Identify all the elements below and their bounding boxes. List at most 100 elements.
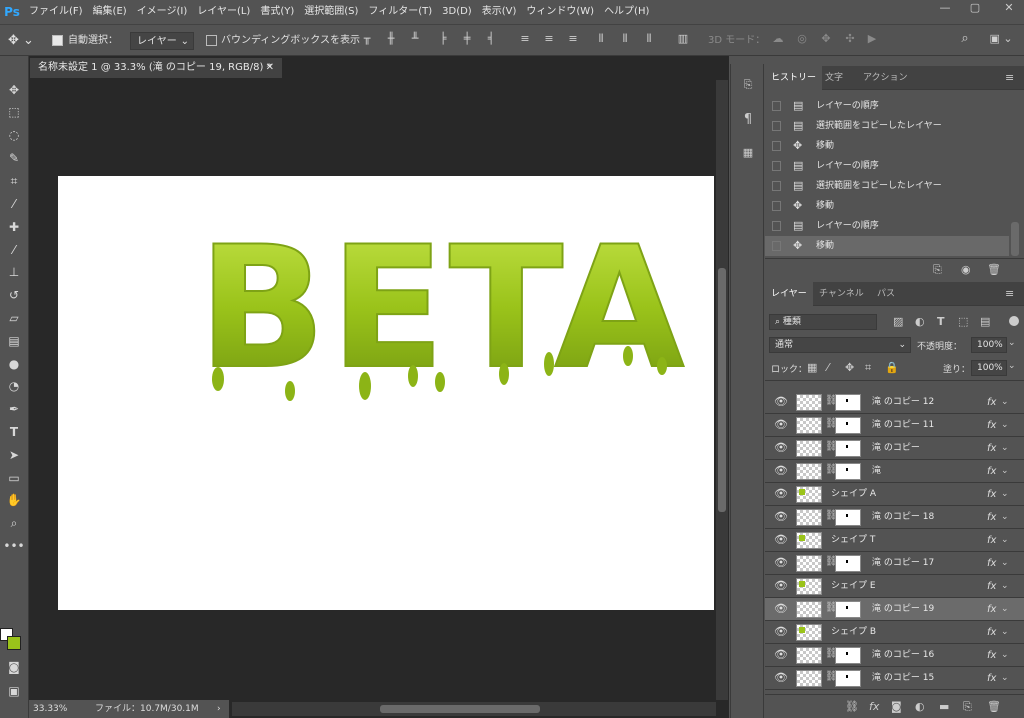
crop-tool-icon[interactable]: ⌗ — [2, 171, 26, 191]
history-scrollbar[interactable] — [1011, 222, 1019, 256]
chevron-down-icon[interactable]: ⌄ — [1001, 552, 1009, 575]
eyedropper-tool-icon[interactable]: ⁄ — [2, 194, 26, 214]
history-item-current[interactable]: ✥ 移動 — [765, 236, 1009, 256]
chevron-down-icon[interactable]: ⌄ — [1001, 598, 1009, 621]
menu-3d[interactable]: 3D(D) — [437, 0, 477, 24]
layer-mask-thumbnail[interactable] — [835, 463, 861, 480]
3d-orbit-icon[interactable]: ☁ — [770, 32, 786, 45]
clone-stamp-tool-icon[interactable]: ⊥ — [2, 262, 26, 282]
type-tool-icon[interactable]: T — [2, 422, 26, 442]
blend-mode-dropdown[interactable]: 通常 ⌄ — [769, 337, 911, 353]
eye-icon[interactable]: 👁 — [774, 671, 788, 684]
eye-icon[interactable]: 👁 — [774, 533, 788, 546]
layer-row[interactable]: 👁 ⛓ 滝 のコピー 12 fx ⌄ — [765, 391, 1024, 414]
layer-row[interactable]: 👁 シェイプ Efx ⌄ — [765, 575, 1024, 598]
eye-icon[interactable]: 👁 — [774, 464, 788, 477]
filter-pixel-icon[interactable]: ▨ — [893, 315, 903, 328]
menu-layer[interactable]: レイヤー(L) — [192, 0, 255, 24]
chevron-down-icon[interactable]: ⌄ — [1001, 460, 1009, 483]
menu-window[interactable]: ウィンドウ(W) — [521, 0, 599, 24]
layer-mask-thumbnail[interactable] — [835, 555, 861, 572]
layer-mask-thumbnail[interactable] — [835, 440, 861, 457]
chevron-down-icon[interactable]: ⌄ — [1001, 506, 1009, 529]
opacity-chevron-icon[interactable]: ⌄ — [1008, 338, 1016, 348]
filter-type-icon[interactable]: T — [937, 315, 945, 328]
align-vcenter-icon[interactable]: ╫ — [384, 32, 398, 45]
filter-smart-object-icon[interactable]: ▤ — [980, 315, 990, 328]
eye-icon[interactable]: 👁 — [774, 556, 788, 569]
tab-paths[interactable]: パス — [871, 282, 901, 306]
fill-input[interactable]: 100% — [971, 360, 1007, 376]
eye-icon[interactable]: 👁 — [774, 648, 788, 661]
chevron-down-icon[interactable]: ⌄ — [1001, 437, 1009, 460]
fx-icon[interactable]: fx — [987, 414, 996, 437]
lock-pixels-icon[interactable]: ▦ — [807, 361, 817, 374]
delete-layer-icon[interactable]: 🗑 — [987, 700, 1001, 713]
menu-help[interactable]: ヘルプ(H) — [599, 0, 654, 24]
history-item[interactable]: ✥ 移動 — [765, 196, 1009, 216]
distribute-bottom-icon[interactable]: ≡ — [566, 32, 580, 45]
align-top-icon[interactable]: ╥ — [360, 32, 374, 45]
blur-tool-icon[interactable]: ● — [2, 354, 26, 374]
close-button[interactable]: ✕ — [994, 0, 1024, 16]
filter-adjustment-icon[interactable]: ◐ — [915, 315, 925, 328]
minimize-button[interactable]: — — [930, 0, 960, 16]
restore-button[interactable]: ▢ — [960, 0, 990, 16]
fx-icon[interactable]: fx — [987, 667, 996, 690]
menu-file[interactable]: ファイル(F) — [24, 0, 88, 24]
distribute-top-icon[interactable]: ≡ — [518, 32, 532, 45]
pen-tool-icon[interactable]: ✒ — [2, 399, 26, 419]
eye-icon[interactable]: 👁 — [774, 625, 788, 638]
move-tool-icon[interactable]: ✥ — [2, 80, 26, 100]
tab-channels[interactable]: チャンネル — [813, 282, 870, 306]
quick-select-tool-icon[interactable]: ✎ — [2, 148, 26, 168]
new-group-icon[interactable]: ▬ — [939, 700, 949, 713]
history-item[interactable]: ▤ 選択範囲をコピーしたレイヤー — [765, 176, 1009, 196]
fx-icon[interactable]: fx — [987, 460, 996, 483]
menu-image[interactable]: イメージ(I) — [132, 0, 193, 24]
layer-row[interactable]: 👁 シェイプ Tfx ⌄ — [765, 529, 1024, 552]
more-tools-icon[interactable]: ••• — [2, 536, 26, 556]
fx-icon[interactable]: fx — [987, 529, 996, 552]
auto-align-icon[interactable]: ▥ — [676, 32, 690, 45]
3d-slide-icon[interactable]: ✣ — [842, 32, 858, 45]
layer-row[interactable]: 👁 ⛓ 滝 のコピー 18 fx ⌄ — [765, 506, 1024, 529]
menu-type[interactable]: 書式(Y) — [255, 0, 299, 24]
eye-icon[interactable]: 👁 — [774, 510, 788, 523]
fx-icon[interactable]: fx — [987, 483, 996, 506]
link-layers-icon[interactable]: ⛓ — [845, 700, 859, 713]
layer-filter-dropdown[interactable]: ⌕ 種類 — [769, 314, 877, 330]
layer-row[interactable]: 👁 ⛓ 滝 のコピー 17 fx ⌄ — [765, 552, 1024, 575]
chevron-down-icon[interactable]: ⌄ — [1001, 414, 1009, 437]
zoom-level[interactable]: 33.33% — [33, 700, 67, 718]
chevron-down-icon[interactable]: ⌄ — [1001, 667, 1009, 690]
eraser-tool-icon[interactable]: ▱ — [2, 308, 26, 328]
history-item[interactable]: ▤ レイヤーの順序 — [765, 96, 1009, 116]
menu-edit[interactable]: 編集(E) — [88, 0, 132, 24]
eye-icon[interactable]: 👁 — [774, 395, 788, 408]
lock-paint-icon[interactable]: ⁄ — [827, 361, 829, 374]
distribute-left-icon[interactable]: ⦀ — [594, 32, 608, 46]
fx-icon[interactable]: fx — [987, 621, 996, 644]
fx-icon[interactable]: fx — [987, 391, 996, 414]
filter-shape-icon[interactable]: ⬚ — [958, 315, 968, 328]
auto-select-target-dropdown[interactable]: レイヤー ⌄ — [130, 32, 194, 50]
tab-layers[interactable]: レイヤー — [765, 282, 813, 306]
distribute-right-icon[interactable]: ⦀ — [642, 32, 656, 46]
3d-pan-icon[interactable]: ✥ — [818, 32, 834, 45]
workspace-icon[interactable]: ▣ ⌄ — [986, 32, 1016, 45]
dodge-tool-icon[interactable]: ◔ — [2, 376, 26, 396]
layer-row[interactable]: 👁 ⛓ 滝 のコピー 15 fx ⌄ — [765, 667, 1024, 690]
fx-icon[interactable]: fx — [987, 437, 996, 460]
auto-select-checkbox[interactable] — [52, 32, 63, 50]
quick-mask-icon[interactable]: ◙ — [2, 657, 26, 677]
layer-row[interactable]: 👁 シェイプ Bfx ⌄ — [765, 621, 1024, 644]
3d-camera-icon[interactable]: ▶ — [864, 32, 880, 45]
add-mask-icon[interactable]: ◙ — [891, 700, 902, 713]
align-left-icon[interactable]: ╞ — [436, 32, 450, 45]
zoom-tool-icon[interactable]: ⌕ — [2, 513, 26, 533]
hand-tool-icon[interactable]: ✋ — [2, 490, 26, 510]
status-expand-icon[interactable]: › — [217, 700, 221, 718]
close-tab-icon[interactable]: ✕ — [266, 58, 274, 78]
gradient-tool-icon[interactable]: ▤ — [2, 331, 26, 351]
